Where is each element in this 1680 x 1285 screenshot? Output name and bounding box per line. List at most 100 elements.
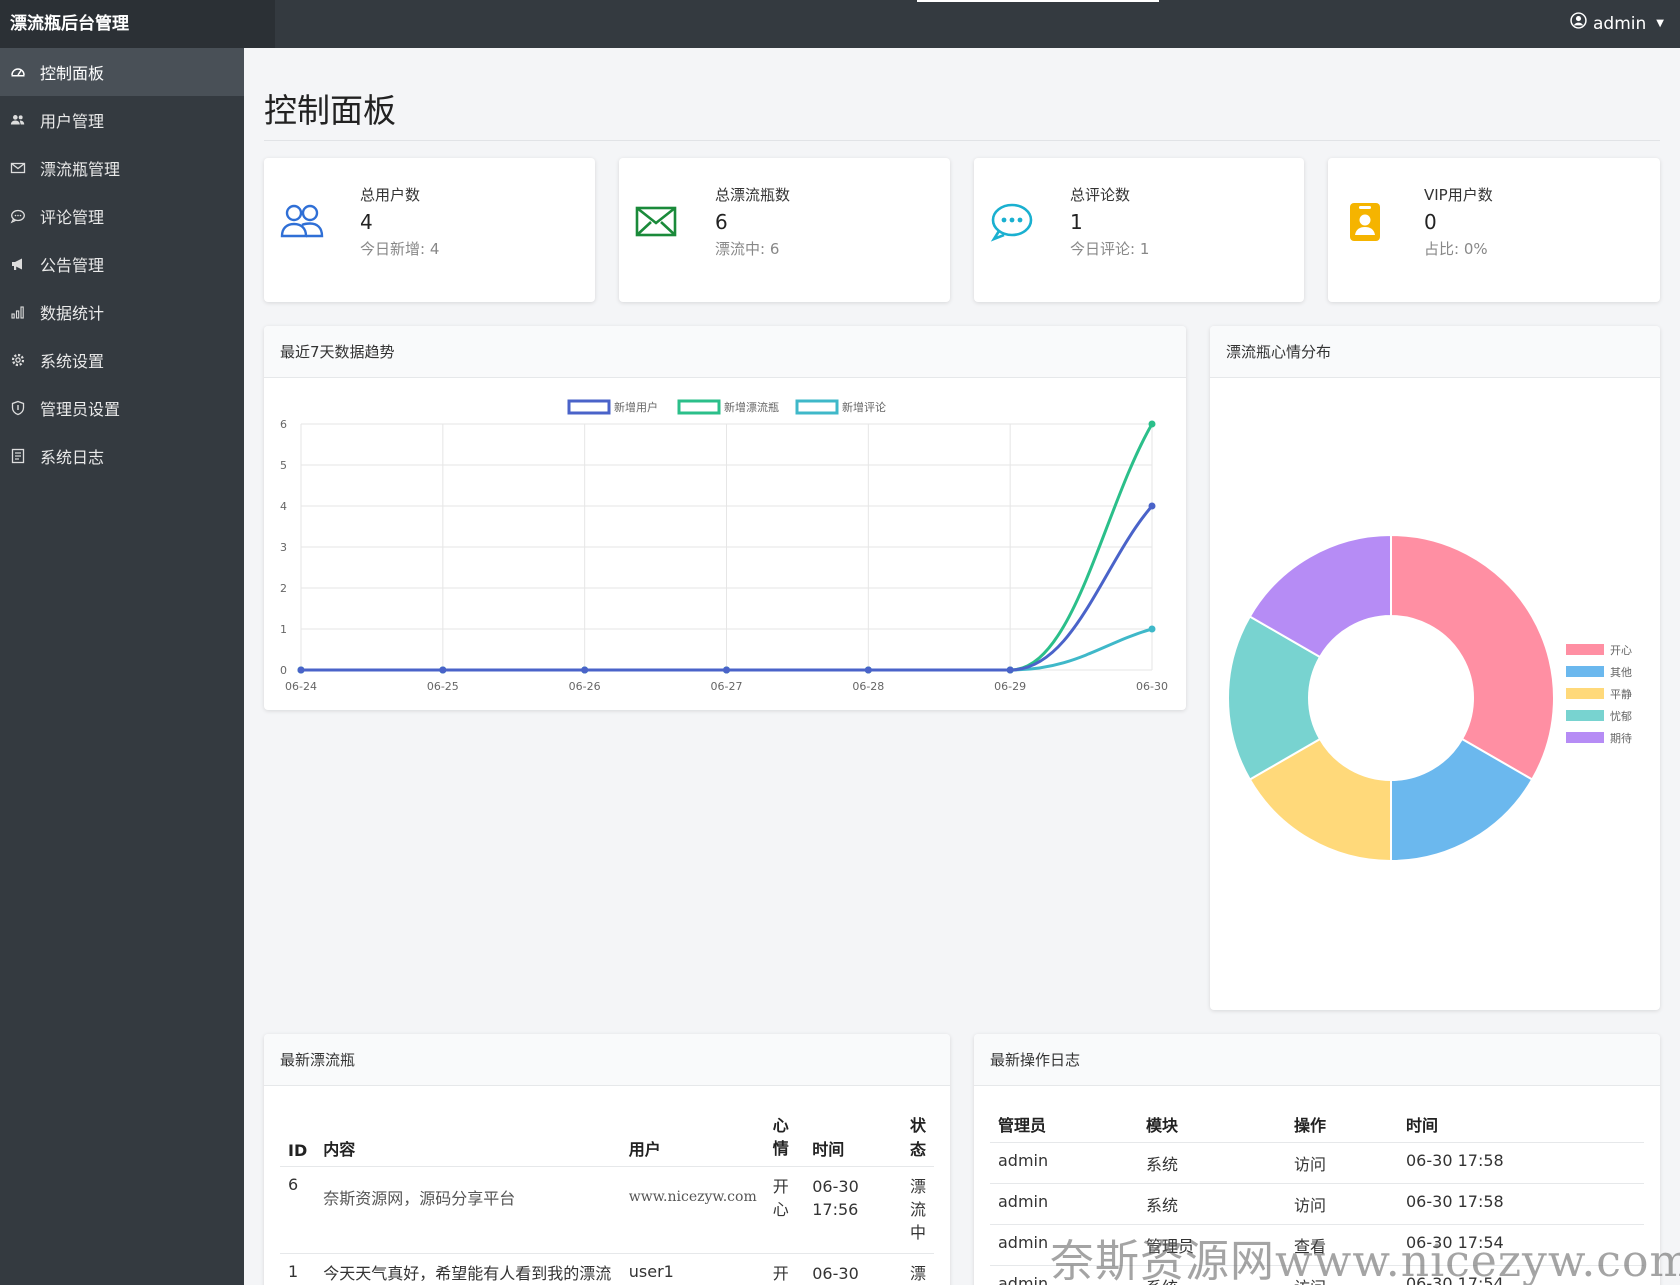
legend-label: 期待 bbox=[1610, 731, 1632, 745]
pie-slice bbox=[1390, 533, 1555, 781]
stat-value: 6 bbox=[715, 210, 728, 234]
col-user[interactable]: 用户 bbox=[621, 1106, 765, 1167]
legend-swatch bbox=[795, 399, 839, 415]
stat-value: 4 bbox=[360, 210, 373, 234]
legend-swatch bbox=[567, 399, 611, 415]
cell-time: 06-30 17:56 bbox=[804, 1166, 902, 1254]
card-title: 漂流瓶心情分布 bbox=[1210, 326, 1660, 378]
sidebar-item-announcements[interactable]: 公告管理 bbox=[0, 240, 244, 288]
x-tick-label: 06-25 bbox=[427, 680, 459, 693]
main-content: 控制面板 总用户数 4 今日新增: 4 总漂流瓶数 6 漂流中: 6 总评论数 … bbox=[244, 48, 1680, 1285]
brand-title[interactable]: 漂流瓶后台管理 bbox=[0, 0, 275, 48]
cell-action: 访问 bbox=[1286, 1142, 1398, 1184]
sidebar-item-bottles[interactable]: 漂流瓶管理 bbox=[0, 144, 244, 192]
cell-module: 系统 bbox=[1138, 1183, 1286, 1225]
sidebar-item-label: 管理员设置 bbox=[40, 400, 121, 419]
sidebar-item-users[interactable]: 用户管理 bbox=[0, 96, 244, 144]
page-title: 控制面板 bbox=[264, 91, 396, 130]
sidebar-item-comments[interactable]: 评论管理 bbox=[0, 192, 244, 240]
legend-label: 其他 bbox=[1610, 666, 1632, 679]
stat-card-users: 总用户数 4 今日新增: 4 bbox=[264, 158, 595, 302]
latest-bottles-card: 最新漂流瓶 ID 内容 用户 心情 时间 状态 6 奈斯资源网，源码分享平台 w… bbox=[264, 1034, 950, 1285]
col-status[interactable]: 状态 bbox=[902, 1106, 934, 1167]
user-name: admin bbox=[1593, 14, 1647, 34]
legend-swatch bbox=[1566, 710, 1604, 721]
col-id[interactable]: ID bbox=[280, 1106, 315, 1167]
table-row[interactable]: admin 系统 访问 06-30 17:58 bbox=[990, 1142, 1644, 1184]
sidebar-item-logs[interactable]: 系统日志 bbox=[0, 432, 244, 480]
stat-card-bottles: 总漂流瓶数 6 漂流中: 6 bbox=[619, 158, 950, 302]
data-point bbox=[297, 666, 305, 674]
sidebar-item-statistics[interactable]: 数据统计 bbox=[0, 288, 244, 336]
chevron-down-icon: ▼ bbox=[1656, 18, 1664, 29]
y-tick-label: 3 bbox=[280, 541, 287, 554]
stat-subtext: 漂流中: 6 bbox=[715, 240, 780, 258]
envelope-icon bbox=[10, 160, 40, 176]
legend-label: 新增用户 bbox=[614, 400, 658, 414]
bottles-table: ID 内容 用户 心情 时间 状态 6 奈斯资源网，源码分享平台 www.nic… bbox=[280, 1106, 934, 1285]
cell-user: www.nicezyw.com bbox=[620, 1166, 765, 1254]
sidebar-item-label: 系统设置 bbox=[40, 352, 105, 371]
title-divider bbox=[264, 140, 1660, 141]
stat-label: 总用户数 bbox=[360, 186, 421, 204]
table-row[interactable]: 6 奈斯资源网，源码分享平台 www.nicezyw.com 开心 06-30 … bbox=[280, 1166, 934, 1254]
cell-time: 06-30 17:47 bbox=[804, 1252, 902, 1285]
bullhorn-icon bbox=[10, 256, 40, 272]
legend-label: 忧郁 bbox=[1610, 709, 1632, 723]
cell-module: 系统 bbox=[1138, 1142, 1286, 1184]
legend-label: 新增漂流瓶 bbox=[724, 400, 779, 414]
legend-label: 平静 bbox=[1610, 687, 1632, 701]
table-row[interactable]: 1 今天天气真好，希望能有人看到我的漂流瓶! user1 开心 06-30 17… bbox=[280, 1252, 934, 1285]
x-tick-label: 06-26 bbox=[569, 680, 601, 693]
sidebar-item-label: 数据统计 bbox=[40, 304, 105, 323]
sidebar-item-label: 系统日志 bbox=[40, 448, 105, 467]
col-mood[interactable]: 心情 bbox=[765, 1106, 805, 1167]
y-tick-label: 4 bbox=[280, 500, 287, 513]
col-time[interactable]: 时间 bbox=[1398, 1106, 1644, 1143]
col-content[interactable]: 内容 bbox=[315, 1106, 621, 1167]
y-tick-label: 0 bbox=[280, 664, 287, 677]
stat-subtext: 今日评论: 1 bbox=[1070, 240, 1150, 258]
stat-value: 0 bbox=[1424, 210, 1437, 234]
sidebar-item-label: 控制面板 bbox=[40, 64, 105, 83]
cell-id: 1 bbox=[280, 1252, 316, 1285]
watermark-text: 奈斯资源网www.nicezyw.com bbox=[1050, 1236, 1680, 1285]
data-point bbox=[581, 666, 589, 674]
card-title: 最新操作日志 bbox=[974, 1034, 1660, 1086]
legend-label: 开心 bbox=[1610, 644, 1632, 657]
data-point bbox=[1148, 625, 1156, 633]
comment-dots-icon bbox=[990, 202, 1034, 242]
stat-card-comments: 总评论数 1 今日评论: 1 bbox=[974, 158, 1304, 302]
shield-icon bbox=[10, 400, 40, 416]
y-tick-label: 6 bbox=[280, 418, 287, 431]
data-point bbox=[1148, 502, 1156, 510]
y-tick-label: 2 bbox=[280, 582, 287, 595]
table-row[interactable]: admin 系统 访问 06-30 17:58 bbox=[990, 1183, 1644, 1225]
data-point bbox=[864, 666, 872, 674]
col-admin[interactable]: 管理员 bbox=[990, 1106, 1138, 1143]
gear-icon bbox=[10, 352, 40, 368]
sidebar-item-admin-settings[interactable]: 管理员设置 bbox=[0, 384, 244, 432]
sidebar-item-label: 用户管理 bbox=[40, 112, 105, 131]
cell-mood: 开心 bbox=[764, 1252, 805, 1285]
col-module[interactable]: 模块 bbox=[1138, 1106, 1286, 1143]
sidebar-item-dashboard[interactable]: 控制面板 bbox=[0, 48, 244, 96]
legend-swatch bbox=[1566, 666, 1604, 677]
cell-content: 今天天气真好，希望能有人看到我的漂流瓶! bbox=[315, 1252, 621, 1285]
stat-label: VIP用户数 bbox=[1424, 186, 1493, 204]
stat-card-vip: VIP用户数 0 占比: 0% bbox=[1328, 158, 1660, 302]
data-point bbox=[439, 666, 447, 674]
legend-swatch bbox=[1566, 732, 1604, 743]
bar-chart-icon bbox=[10, 304, 40, 320]
trend-line-chart: 0 1 2 3 4 5 6 06-24 06-25 06-26 06-27 06-28 06-29 06-… bbox=[280, 399, 1168, 693]
legend-swatch bbox=[1566, 688, 1604, 699]
sidebar-item-label: 评论管理 bbox=[40, 208, 105, 227]
stat-label: 总漂流瓶数 bbox=[715, 186, 791, 204]
user-menu[interactable]: admin ▼ bbox=[1570, 0, 1664, 48]
data-point bbox=[1148, 420, 1156, 428]
card-title: 最近7天数据趋势 bbox=[264, 326, 1186, 378]
cell-content: 奈斯资源网，源码分享平台 bbox=[315, 1166, 621, 1254]
sidebar-item-settings[interactable]: 系统设置 bbox=[0, 336, 244, 384]
col-action[interactable]: 操作 bbox=[1286, 1106, 1398, 1143]
col-time[interactable]: 时间 bbox=[804, 1106, 902, 1167]
